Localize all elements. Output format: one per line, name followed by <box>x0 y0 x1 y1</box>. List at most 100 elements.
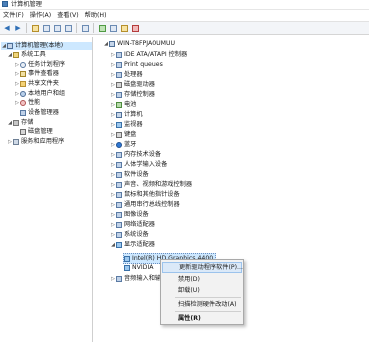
camera-icon <box>116 212 122 218</box>
display-adapter-icon <box>124 255 130 262</box>
scan-hardware-icon[interactable] <box>108 23 118 33</box>
menu-item-uninstall[interactable]: 卸载(U) <box>162 285 242 296</box>
tree-item-local-users[interactable]: ▷ 本地用户和组 <box>14 90 65 98</box>
battery-icon <box>116 102 122 108</box>
device-item-label: NVIDIA <box>132 264 154 271</box>
menu-bar: 文件(F) 操作(A) 查看(V) 帮助(H) <box>0 10 369 20</box>
device-category[interactable]: ▷ 磁盘驱动器 <box>110 81 155 89</box>
device-category-label: 图像设备 <box>124 211 149 218</box>
device-category-label: 软件设备 <box>124 171 149 178</box>
device-tree-root-label: WIN-T8FPJA0UMUU <box>117 40 176 47</box>
tree-item-services-apps[interactable]: ▷ 服务和应用程序 <box>7 138 64 146</box>
tree-item-system-tools[interactable]: ◢ 系统工具 <box>7 51 46 59</box>
device-category[interactable]: ▷ 电池 <box>110 101 136 109</box>
computer-management-icon <box>7 43 13 49</box>
view-list-icon[interactable] <box>80 23 90 33</box>
device-category[interactable]: ▷ 图像设备 <box>110 211 149 219</box>
device-category[interactable]: ▷ 鼠标和其他指针设备 <box>110 191 180 199</box>
device-category-label: 系统设备 <box>124 231 149 238</box>
device-category[interactable]: ▷ 系统设备 <box>110 231 149 239</box>
shared-folder-icon <box>20 81 26 87</box>
device-category-label: 声音、视频和游戏控制器 <box>124 181 193 188</box>
device-category[interactable]: ◢ 显示适配器 <box>110 241 155 249</box>
show-hide-tree-icon[interactable] <box>41 23 51 33</box>
menu-action[interactable]: 操作(A) <box>27 11 54 20</box>
device-category[interactable]: ▷ Print queues <box>110 61 163 69</box>
tree-item-label: 磁盘管理 <box>28 128 53 135</box>
device-category[interactable]: ▷ 软件设备 <box>110 171 149 179</box>
device-category[interactable]: ▷ 声音、视频和游戏控制器 <box>110 181 192 189</box>
ide-controller-icon <box>116 52 122 58</box>
menu-view[interactable]: 查看(V) <box>54 11 81 20</box>
tree-item-label: 事件查看器 <box>28 70 59 77</box>
storage-icon <box>13 120 19 126</box>
tree-item-event-viewer[interactable]: ▷ 事件查看器 <box>14 70 59 78</box>
device-category-label: 电池 <box>124 101 137 108</box>
tree-item-disk-management[interactable]: 磁盘管理 <box>20 128 53 136</box>
device-category[interactable]: ▷ 蓝牙 <box>110 141 136 149</box>
device-tree-root[interactable]: ◢ WIN-T8FPJA0UMUU <box>103 40 175 48</box>
device-category[interactable]: ▷ 处理器 <box>110 71 143 79</box>
menu-separator <box>175 297 241 298</box>
device-category-label: 计算机 <box>124 111 143 118</box>
tree-item-label: 设备管理器 <box>28 109 59 116</box>
device-category[interactable]: ▷ 内存技术设备 <box>110 151 161 159</box>
device-category[interactable]: ▷ IDE ATA/ATAPI 控制器 <box>110 51 187 59</box>
printer-icon <box>116 62 122 68</box>
disable-device-icon[interactable] <box>119 23 129 33</box>
toolbar-divider <box>76 23 77 33</box>
device-category[interactable]: ▷ 监视器 <box>110 121 143 129</box>
device-category-label: 内存技术设备 <box>124 151 162 158</box>
services-icon <box>13 139 19 145</box>
device-category[interactable]: ▷ 键盘 <box>110 131 136 139</box>
device-category-label: 监视器 <box>124 121 143 128</box>
menu-file[interactable]: 文件(F) <box>0 11 27 20</box>
computer-icon <box>109 41 115 47</box>
properties-icon[interactable] <box>52 23 62 33</box>
menu-item-update-driver[interactable]: 更新驱动程序软件(P)... <box>162 262 243 273</box>
device-manager-icon <box>20 110 26 116</box>
bluetooth-icon <box>116 142 122 148</box>
up-folder-icon[interactable] <box>30 23 40 33</box>
device-category[interactable]: ▷ 计算机 <box>110 111 143 119</box>
device-category[interactable]: ▷ 存储控制器 <box>110 91 155 99</box>
window-title: 计算机管理 <box>11 1 42 8</box>
tree-item-performance[interactable]: ▷ 性能 <box>14 99 40 107</box>
help-icon[interactable] <box>63 23 73 33</box>
menu-item-scan-hardware[interactable]: 扫描检测硬件改动(A) <box>162 299 242 310</box>
display-adapter-icon <box>116 242 122 248</box>
device-category[interactable]: ▷ 通用串行总线控制器 <box>110 201 180 209</box>
tree-item-label: 任务计划程序 <box>28 61 66 68</box>
device-category-label: 磁盘驱动器 <box>124 81 155 88</box>
back-arrow-icon[interactable]: ◀ <box>2 23 12 33</box>
tree-item-device-manager[interactable]: 设备管理器 <box>20 109 59 117</box>
tree-item-task-scheduler[interactable]: ▷ 任务计划程序 <box>14 61 65 69</box>
menu-help[interactable]: 帮助(H) <box>82 11 110 20</box>
menu-item-disable[interactable]: 禁用(D) <box>162 274 242 285</box>
tree-item-label: 本地用户和组 <box>28 90 66 97</box>
device-category-label: 通用串行总线控制器 <box>124 201 180 208</box>
menu-separator <box>175 311 241 312</box>
audio-io-icon <box>116 276 122 282</box>
device-category-label: 处理器 <box>124 71 143 78</box>
keyboard-icon <box>116 132 122 138</box>
tree-item-storage[interactable]: ◢ 存储 <box>7 119 33 127</box>
device-category[interactable]: ▷ 音频输入和输出 <box>110 275 167 283</box>
uninstall-icon[interactable] <box>130 23 140 33</box>
event-log-icon <box>20 71 26 77</box>
forward-arrow-icon[interactable]: ▶ <box>13 23 23 33</box>
tree-root[interactable]: ◢ 计算机管理(本地) <box>1 42 92 50</box>
tree-item-label: 存储 <box>21 119 34 126</box>
disk-drive-icon <box>116 82 122 88</box>
clock-icon <box>20 62 26 68</box>
usb-icon <box>116 202 122 208</box>
toolbar-divider <box>26 23 27 33</box>
device-category-label: 存储控制器 <box>124 91 155 98</box>
tree-item-shared-folders[interactable]: ▷ 共享文件夹 <box>14 80 59 88</box>
device-category[interactable]: ▷ 人体学输入设备 <box>110 161 167 169</box>
tree-item-label: 系统工具 <box>21 51 46 58</box>
device-category[interactable]: ▷ 网络适配器 <box>110 221 155 229</box>
update-driver-icon[interactable] <box>97 23 107 33</box>
device-item-nvidia-gpu[interactable]: NVIDIA <box>124 264 154 272</box>
menu-item-properties[interactable]: 属性(R) <box>162 313 242 324</box>
